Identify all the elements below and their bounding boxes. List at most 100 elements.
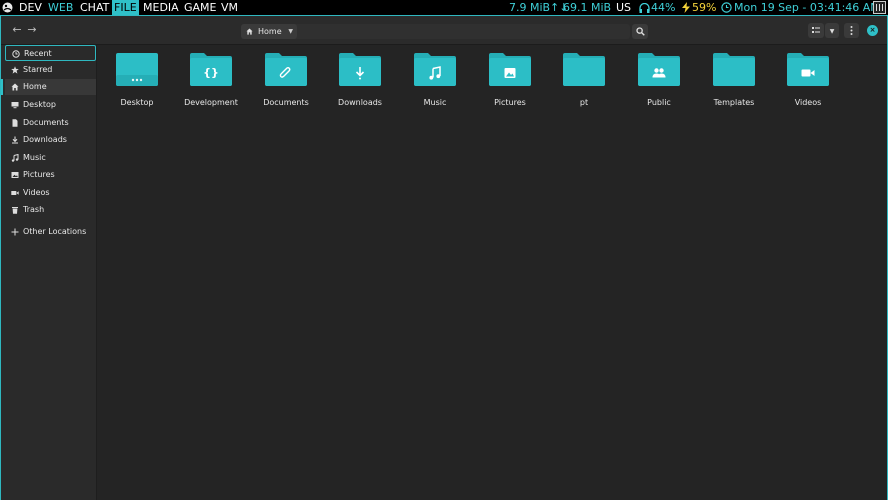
- battery-value: 59%: [692, 1, 717, 14]
- sidebar-item-downloads[interactable]: Downloads: [5, 132, 96, 148]
- home-icon: [11, 83, 19, 91]
- folder-icon: [713, 53, 755, 86]
- sidebar-item-label: Videos: [23, 188, 50, 197]
- sidebar-item-trash[interactable]: Trash: [5, 202, 96, 218]
- header-bar: ← → Home ▼ ▼ ×: [1, 16, 887, 45]
- sidebar-item-label: Trash: [23, 205, 45, 214]
- sidebar-item-desktop[interactable]: Desktop: [5, 97, 96, 113]
- folder-development[interactable]: {} Development: [174, 53, 248, 113]
- folder-name: Templates: [713, 98, 755, 107]
- home-icon: [246, 28, 253, 35]
- search-button[interactable]: [632, 24, 648, 39]
- braces-icon: {}: [203, 66, 219, 79]
- document-icon: [12, 119, 18, 127]
- folder-music[interactable]: Music: [398, 53, 472, 113]
- volume-value[interactable]: 44%: [651, 0, 675, 15]
- sidebar-item-label: Home: [23, 82, 47, 91]
- people-icon: [652, 68, 666, 78]
- kebab-menu-icon: [850, 26, 853, 35]
- workspace-chat[interactable]: CHAT: [78, 0, 111, 15]
- path-home-button[interactable]: Home ▼: [241, 24, 297, 39]
- download-icon: [12, 136, 18, 144]
- back-button[interactable]: ←: [10, 23, 24, 37]
- forward-button[interactable]: →: [25, 23, 39, 37]
- folder-name: Development: [184, 98, 238, 107]
- folder-name: pt: [579, 98, 589, 107]
- system-top-bar: DEV WEB CHAT FILE MEDIA GAME VM 7.9 MiB …: [0, 0, 888, 15]
- sidebar-item-label: Other Locations: [23, 227, 87, 236]
- os-logo-icon[interactable]: [2, 2, 13, 13]
- workspace-file[interactable]: FILE: [112, 0, 139, 15]
- download-icon: [355, 67, 365, 80]
- workspace-media[interactable]: MEDIA: [141, 0, 181, 15]
- sidebar-item-pictures[interactable]: Pictures: [5, 167, 96, 183]
- desktop-icon: [11, 102, 19, 109]
- sidebar-item-label: Desktop: [23, 100, 56, 109]
- folder-icon: [563, 53, 605, 86]
- places-sidebar: Recent Starred Home Desktop Documents Do…: [1, 45, 97, 500]
- close-window-button[interactable]: ×: [867, 25, 878, 36]
- paperclip-icon: [279, 66, 291, 78]
- sidebar-item-music[interactable]: Music: [5, 150, 96, 166]
- workspace-game[interactable]: GAME: [182, 0, 219, 15]
- sidebar-item-starred[interactable]: Starred: [5, 62, 96, 78]
- folder-icon: [116, 53, 158, 86]
- sidebar-item-other-locations[interactable]: Other Locations: [5, 224, 96, 240]
- sidebar-item-documents[interactable]: Documents: [5, 115, 96, 131]
- path-bar[interactable]: Home ▼: [241, 24, 630, 39]
- folder-templates[interactable]: Templates: [697, 53, 771, 113]
- chevron-down-icon: ▼: [288, 28, 293, 35]
- sidebar-item-label: Recent: [24, 49, 52, 58]
- net-up-value: 69.1 MiB: [563, 1, 612, 14]
- menu-button[interactable]: [844, 23, 859, 38]
- video-icon: [11, 191, 19, 195]
- chevron-down-icon: ▼: [829, 28, 835, 35]
- sidebar-item-videos[interactable]: Videos: [5, 185, 96, 201]
- folder-name: Desktop: [120, 98, 154, 107]
- system-tray-icon[interactable]: [873, 1, 886, 14]
- video-camera-icon: [801, 69, 815, 77]
- folder-pictures[interactable]: Pictures: [473, 53, 547, 113]
- workspace-dev[interactable]: DEV: [17, 0, 44, 15]
- folder-name: Documents: [263, 98, 309, 107]
- clock-icon: [12, 50, 20, 58]
- picture-icon: [504, 68, 516, 78]
- view-list-button[interactable]: [808, 23, 824, 38]
- net-down-value: 7.9 MiB: [509, 1, 551, 14]
- star-icon: [11, 66, 19, 74]
- close-icon: ×: [869, 26, 876, 34]
- clock-icon: [721, 2, 732, 13]
- folder-downloads[interactable]: Downloads: [323, 53, 397, 113]
- folder-pt[interactable]: pt: [547, 53, 621, 113]
- view-options-button[interactable]: ▼: [825, 23, 839, 38]
- file-view[interactable]: Desktop {} Development Documents Downloa…: [97, 45, 887, 500]
- sidebar-item-home[interactable]: Home: [1, 79, 96, 95]
- sidebar-item-label: Starred: [23, 65, 53, 74]
- folder-videos[interactable]: Videos: [771, 53, 845, 113]
- folder-name: Videos: [794, 98, 822, 107]
- keyboard-layout[interactable]: US: [616, 0, 631, 15]
- sidebar-item-label: Music: [23, 153, 46, 162]
- folder-name: Public: [647, 98, 671, 107]
- folder-name: Pictures: [494, 98, 526, 107]
- music-note-icon: [429, 66, 441, 80]
- folder-public[interactable]: Public: [622, 53, 696, 113]
- date-time[interactable]: Mon 19 Sep - 03:41:46 AM: [734, 0, 880, 15]
- folder-name: Music: [423, 98, 447, 107]
- music-icon: [11, 154, 19, 162]
- picture-icon: [11, 172, 19, 178]
- sidebar-item-label: Pictures: [23, 170, 55, 179]
- workspace-web[interactable]: WEB: [46, 0, 75, 15]
- path-home-label: Home: [258, 27, 282, 36]
- sidebar-item-label: Downloads: [23, 135, 67, 144]
- folder-documents[interactable]: Documents: [249, 53, 323, 113]
- sidebar-item-recent[interactable]: Recent: [5, 45, 96, 61]
- battery-bolt-icon: [682, 2, 690, 13]
- workspace-vm[interactable]: VM: [219, 0, 240, 15]
- search-icon: [636, 27, 645, 36]
- list-view-icon: [812, 27, 820, 33]
- folder-desktop[interactable]: Desktop: [100, 53, 174, 113]
- sidebar-item-label: Documents: [23, 118, 69, 127]
- headphones-icon: [639, 3, 650, 13]
- folder-name: Downloads: [338, 98, 382, 107]
